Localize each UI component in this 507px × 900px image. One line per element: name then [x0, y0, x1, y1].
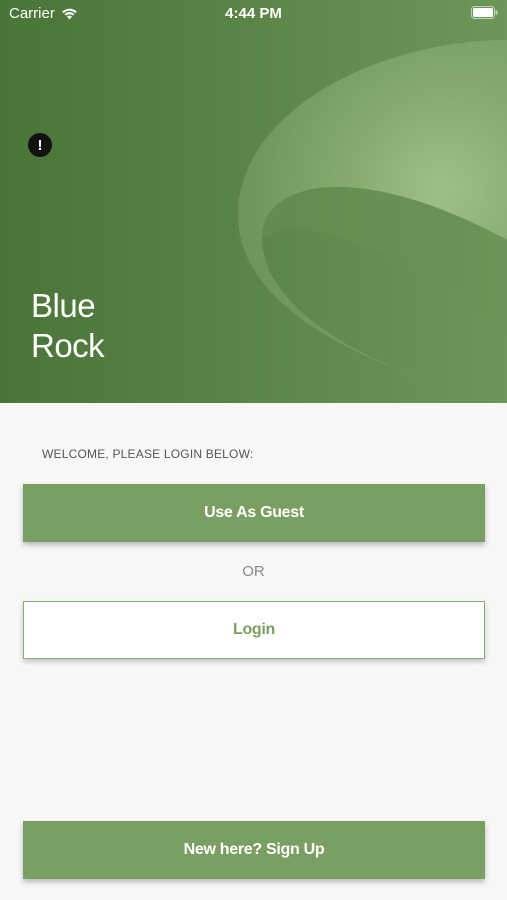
battery-icon [471, 6, 498, 19]
hero-banner: Carrier 4:44 PM ! Blue Rock [0, 0, 507, 403]
status-time: 4:44 PM [225, 5, 282, 22]
alert-glyph: ! [37, 136, 43, 154]
status-bar: Carrier 4:44 PM [0, 0, 507, 28]
exclamation-circle-icon[interactable]: ! [28, 133, 52, 157]
welcome-text: WELCOME, PLEASE LOGIN BELOW: [42, 447, 254, 461]
login-button[interactable]: Login [23, 601, 485, 659]
use-as-guest-button[interactable]: Use As Guest [23, 484, 485, 542]
app-title-line2: Rock [31, 327, 105, 364]
or-divider: OR [242, 563, 265, 580]
app-title: Blue Rock [31, 286, 105, 366]
sign-up-button[interactable]: New here? Sign Up [23, 821, 485, 879]
app-title-line1: Blue [31, 287, 96, 324]
